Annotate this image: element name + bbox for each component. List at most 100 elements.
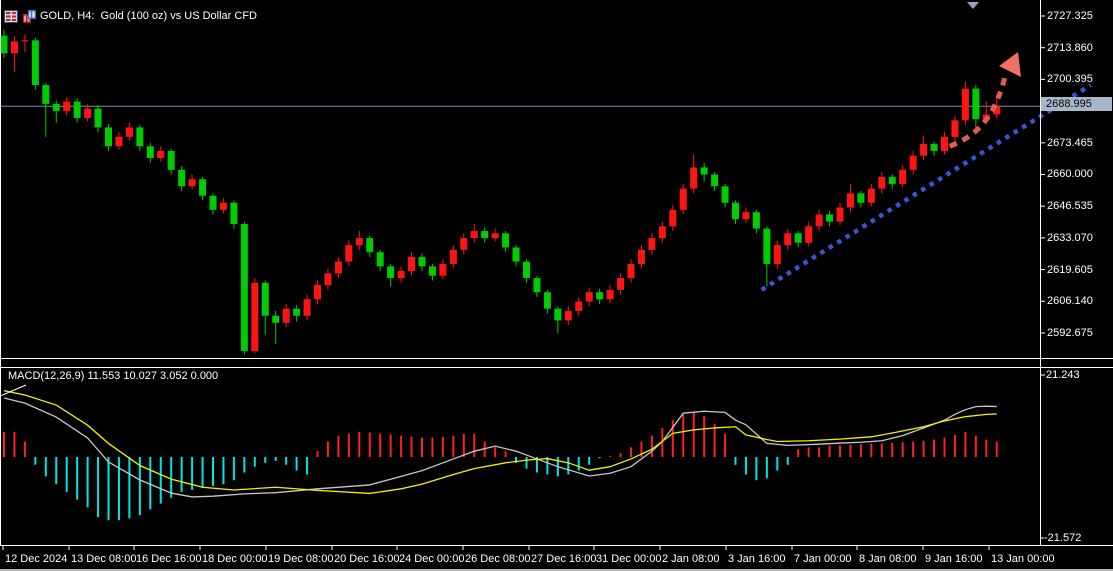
chart-title: GOLD, H4: Gold (100 oz) vs US Dollar CFD [40,10,258,22]
candle-body [909,155,917,170]
chart-title-bar: GOLD, H4: Gold (100 oz) vs US Dollar CFD [4,8,257,24]
macd-histogram [3,412,998,521]
candle-body [470,230,478,239]
candle-body [230,202,238,224]
candles [0,29,1001,355]
time-label: 18 Dec 00:00 [202,553,268,565]
candle-body [303,299,311,316]
candle-body [888,176,896,184]
candle-body [408,256,416,272]
scroll-to-end-marker-icon[interactable] [967,2,979,9]
candle-body [52,103,60,111]
candle-body [491,233,499,239]
candle-body [282,308,290,323]
candle-body [324,273,332,286]
time-label: 26 Dec 08:00 [465,553,531,565]
candle-body [428,266,436,276]
price-label: 2606.140 [1047,295,1093,308]
candle-body [658,226,666,239]
candle-body [941,136,948,151]
candle-body [815,214,823,227]
candle-body [523,261,530,279]
macd-axis-bottom-label: -21.572 [1044,532,1082,544]
price-label: 2673.465 [1047,136,1093,149]
candle-body [878,176,886,189]
chart-canvas[interactable] [0,0,1113,571]
candle-body [732,202,739,220]
candle-body [752,212,760,229]
candle-body [125,127,133,137]
candle-body [836,207,844,222]
candle-body [742,212,750,220]
price-label: 2660.000 [1047,168,1093,181]
candle-body [31,40,39,86]
candle-body [105,127,112,147]
candle-body [167,150,175,170]
candle-body [63,101,71,111]
candle-body [763,228,771,264]
candle-body [690,167,698,189]
candle-body [648,238,656,250]
candle-body [773,245,781,264]
time-label: 27 Dec 16:00 [531,553,597,565]
candle-body [805,226,813,243]
candle-body [272,315,280,323]
candle-body [721,186,729,203]
candle-body [502,233,510,248]
candle-body [512,247,520,262]
candle-body [679,188,687,210]
time-label: 8 Jan 08:00 [859,553,917,565]
candle-body [418,256,426,267]
candle-body [199,179,207,196]
candle-body [449,249,457,264]
candle-body [951,120,959,137]
candle-body [73,101,81,118]
candle-body [146,146,154,159]
current-price-badge: 2688.995 [1041,97,1112,111]
candle-body [314,285,321,300]
candle-body [355,238,363,246]
candle-body [617,278,625,290]
price-label: 2727.325 [1047,10,1093,22]
candle-body [637,249,645,264]
macd-main-line [3,397,997,498]
candle-body [585,292,593,302]
candle-body [334,261,342,274]
macd-signal-line [3,390,997,495]
candle-body [627,263,635,279]
arrow-up-head-icon[interactable] [999,52,1021,77]
macd-axis-top-label: 21.243 [1046,369,1080,381]
time-label: 19 Dec 08:00 [268,553,334,565]
candle-body [178,169,186,187]
candle-body [669,209,677,227]
candle-body [376,252,384,267]
time-label: 9 Jan 16:00 [925,553,983,565]
chart-window: GOLD, H4: Gold (100 oz) vs US Dollar CFD… [0,0,1113,571]
candle-body [439,263,447,276]
time-label: 31 Dec 00:00 [596,553,662,565]
candle-body [972,88,980,120]
candle-body [920,143,928,156]
time-label: 7 Jan 00:00 [794,553,852,565]
time-label: 3 Jan 16:00 [728,553,786,565]
price-label: 2700.395 [1047,73,1093,86]
candle-body [867,188,875,203]
candle-body [293,308,301,316]
candle-body [846,193,854,208]
candle-body [899,169,907,184]
candle-body [10,41,18,54]
candle-body [94,108,102,128]
candle-body [575,301,583,312]
candle-body [481,230,489,239]
candle-body [261,282,269,316]
trendline-up[interactable] [760,83,1092,292]
candle-body [460,238,468,250]
price-label: 2619.605 [1047,263,1093,276]
candle-body [533,278,541,293]
time-label: 13 Dec 08:00 [71,553,137,565]
candle-body [543,292,551,309]
candle-body [188,179,196,187]
macd-indicator-label: MACD(12,26,9) 11.553 10.027 3.052 0.000 [8,370,219,382]
chart-window-icon [23,9,36,23]
candle-body [700,167,708,175]
